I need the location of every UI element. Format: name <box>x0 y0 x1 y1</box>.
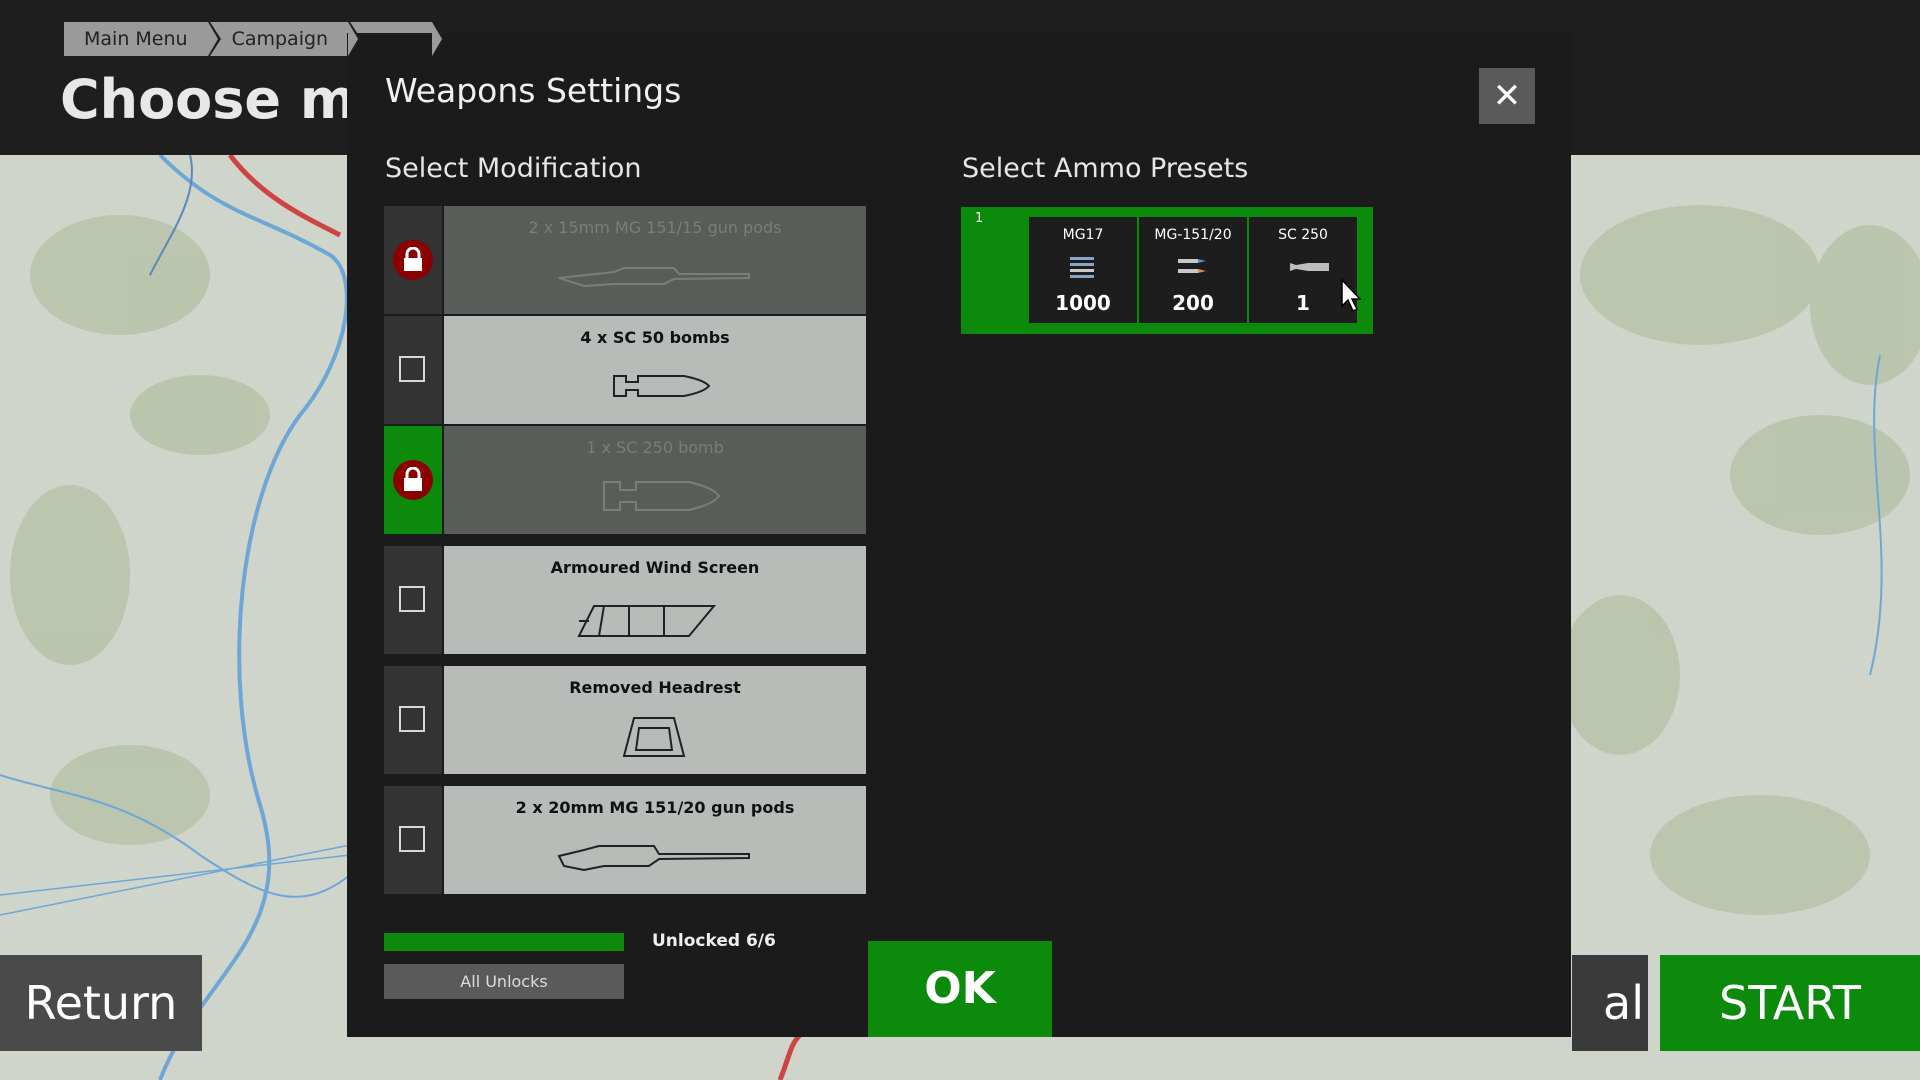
secondary-button[interactable]: al <box>1572 955 1648 1051</box>
close-button[interactable]: ✕ <box>1479 68 1535 124</box>
headrest-icon <box>622 717 686 757</box>
wind-screen-icon <box>577 605 717 637</box>
modification-item[interactable]: 2 x 20mm MG 151/20 gun pods <box>384 786 866 894</box>
ammo-slot-name: SC 250 <box>1278 227 1328 243</box>
ok-button[interactable]: OK <box>868 941 1052 1037</box>
modification-toggle[interactable] <box>384 316 442 424</box>
unlock-progress-bar <box>384 933 624 951</box>
ammo-slot-name: MG-151/20 <box>1154 227 1232 243</box>
modification-list: 2 x 15mm MG 151/15 gun pods 4 x SC 50 bo… <box>384 206 866 896</box>
weapons-settings-dialog: Weapons Settings ✕ Select Modification S… <box>347 33 1571 1037</box>
ammo-presets-heading: Select Ammo Presets <box>962 153 1249 184</box>
checkbox[interactable] <box>399 826 425 852</box>
ammo-slot-mg151[interactable]: MG-151/20 200 <box>1139 217 1247 323</box>
preset-number: 1 <box>975 211 984 226</box>
modification-card[interactable]: 2 x 20mm MG 151/20 gun pods <box>444 786 866 894</box>
modification-label: 2 x 20mm MG 151/20 gun pods <box>515 798 795 817</box>
large-bomb-icon <box>603 481 721 511</box>
modification-label: 1 x SC 250 bomb <box>586 438 724 457</box>
modification-toggle[interactable] <box>384 426 442 534</box>
ammo-slot-name: MG17 <box>1062 227 1104 243</box>
modification-label: Removed Headrest <box>569 678 741 697</box>
all-unlocks-button[interactable]: All Unlocks <box>384 964 624 999</box>
breadcrumb-campaign[interactable]: Campaign <box>209 22 361 56</box>
modification-toggle[interactable] <box>384 546 442 654</box>
modification-card[interactable]: 2 x 15mm MG 151/15 gun pods <box>444 206 866 314</box>
gun-pod-icon <box>558 267 750 288</box>
modification-card[interactable]: 4 x SC 50 bombs <box>444 316 866 424</box>
gun-pod-icon <box>557 845 750 872</box>
modification-toggle[interactable] <box>384 206 442 314</box>
bullet-belt-icon <box>1070 257 1094 278</box>
modification-label: Armoured Wind Screen <box>550 558 760 577</box>
mouse-cursor-icon <box>1341 279 1362 313</box>
modification-item[interactable]: 2 x 15mm MG 151/15 gun pods <box>384 206 866 314</box>
modification-item[interactable]: 4 x SC 50 bombs <box>384 316 866 424</box>
dialog-title: Weapons Settings <box>385 71 682 110</box>
return-button[interactable]: Return <box>0 955 202 1051</box>
lock-icon <box>393 460 433 500</box>
modification-card[interactable]: Armoured Wind Screen <box>444 546 866 654</box>
modification-item[interactable]: Removed Headrest <box>384 666 866 774</box>
checkbox[interactable] <box>399 586 425 612</box>
bomb-icon <box>1290 263 1329 271</box>
ammo-slot-value: 1000 <box>1055 291 1111 315</box>
modification-label: 4 x SC 50 bombs <box>580 328 730 347</box>
breadcrumb-main-menu[interactable]: Main Menu <box>64 22 221 56</box>
close-icon: ✕ <box>1492 76 1522 116</box>
ammo-slot-mg17[interactable]: MG17 1000 <box>1029 217 1137 323</box>
unlock-progress-text: Unlocked 6/6 <box>652 931 776 951</box>
modifications-heading: Select Modification <box>385 153 642 184</box>
modification-item[interactable]: Armoured Wind Screen <box>384 546 866 654</box>
lock-icon <box>393 240 433 280</box>
ammo-preset-1[interactable]: 1 MG17 1000 MG-151/20 200 SC 250 1 <box>961 207 1373 334</box>
modification-card[interactable]: 1 x SC 250 bomb <box>444 426 866 534</box>
preset-slots: MG17 1000 MG-151/20 200 SC 250 1 <box>1029 217 1361 323</box>
modification-toggle[interactable] <box>384 786 442 894</box>
modification-toggle[interactable] <box>384 666 442 774</box>
start-button[interactable]: START <box>1660 955 1920 1051</box>
modification-label: 2 x 15mm MG 151/15 gun pods <box>528 218 782 237</box>
modification-card[interactable]: Removed Headrest <box>444 666 866 774</box>
cannon-round-icon <box>1178 259 1206 273</box>
bomb-icon <box>613 375 711 397</box>
modification-item[interactable]: 1 x SC 250 bomb <box>384 426 866 534</box>
checkbox[interactable] <box>399 706 425 732</box>
ammo-slot-value: 200 <box>1172 291 1214 315</box>
checkbox[interactable] <box>399 356 425 382</box>
